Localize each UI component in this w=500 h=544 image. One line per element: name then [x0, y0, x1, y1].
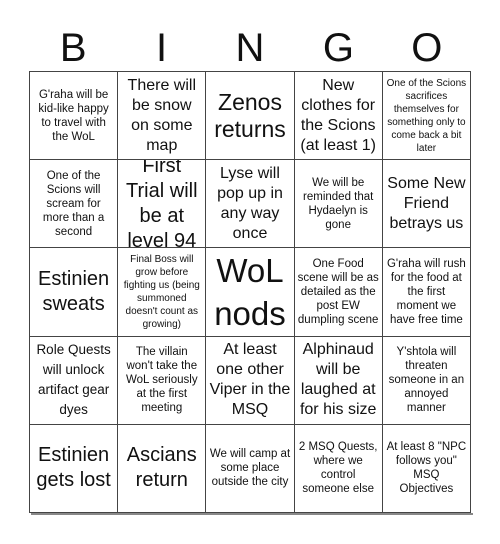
- bingo-cell-r2-c5[interactable]: Some New Friend betrays us: [382, 160, 471, 249]
- bingo-cell-r2-c2[interactable]: First Trial will be at level 94: [118, 160, 207, 249]
- bingo-cell-r3-c2[interactable]: Final Boss will grow before fighting us …: [118, 248, 207, 337]
- bingo-cell-r5-c1[interactable]: Estinien gets lost: [30, 424, 119, 513]
- cell-text: Y'shtola will threaten someone in an ann…: [388, 346, 465, 415]
- bingo-cell-r4-c5[interactable]: Y'shtola will threaten someone in an ann…: [382, 336, 471, 425]
- bingo-cell-r1-c4[interactable]: New clothes for the Scions (at least 1): [294, 72, 383, 161]
- cell-text: At least one other Viper in the MSQ: [209, 341, 291, 419]
- cell-text: Alphinaud will be laughed at for his siz…: [299, 341, 377, 419]
- bingo-cell-r1-c2[interactable]: There will be snow on some map: [118, 72, 207, 161]
- cell-text: We will be reminded that Hydaelyn is gon…: [303, 176, 374, 231]
- bingo-cell-r1-c1[interactable]: G'raha will be kid-like happy to travel …: [30, 72, 119, 161]
- cell-text: One of the Scions will scream for more t…: [42, 169, 105, 238]
- bingo-cell-r4-c4[interactable]: Alphinaud will be laughed at for his siz…: [294, 336, 383, 425]
- cell-text: 2 MSQ Quests, where we control someone e…: [298, 441, 378, 496]
- cell-text: G'raha will rush for the food at the fir…: [386, 257, 466, 326]
- bingo-cell-r2-c1[interactable]: One of the Scions will scream for more t…: [30, 160, 119, 249]
- header-letter-b: B: [59, 26, 87, 70]
- bingo-cell-r3-c3-center[interactable]: WoL nods: [206, 248, 295, 337]
- cell-text: At least 8 "NPC follows you" MSQ Objecti…: [386, 441, 467, 496]
- cell-text: Estinien gets lost: [36, 444, 111, 492]
- bingo-cell-r3-c5[interactable]: G'raha will rush for the food at the fir…: [382, 248, 471, 337]
- header-letter-g: G: [322, 26, 354, 70]
- cell-text: New clothes for the Scions (at least 1): [300, 76, 376, 154]
- cell-text: Zenos returns: [214, 88, 286, 142]
- cell-text: One of the Scions sacrifices themselves …: [386, 77, 467, 154]
- bingo-cell-r3-c1[interactable]: Estinien sweats: [30, 248, 119, 337]
- bingo-cell-r5-c2[interactable]: Ascians return: [118, 424, 207, 513]
- header-letter-o: O: [411, 26, 443, 70]
- cell-text: Estinien sweats: [38, 267, 110, 315]
- cell-text: Role Quests will unlock artifact gear dy…: [36, 342, 111, 418]
- bingo-cell-r2-c4[interactable]: We will be reminded that Hydaelyn is gon…: [294, 160, 383, 249]
- bingo-cell-r4-c3[interactable]: At least one other Viper in the MSQ: [206, 336, 295, 425]
- cell-text: There will be snow on some map: [127, 76, 197, 154]
- cell-text: WoL nods: [214, 252, 286, 332]
- cell-text: Ascians return: [126, 444, 197, 492]
- bingo-cell-r2-c3[interactable]: Lyse will pop up in any way once: [206, 160, 295, 249]
- cell-text: G'raha will be kid-like happy to travel …: [38, 88, 109, 143]
- cell-text: First Trial will be at level 94: [126, 160, 198, 249]
- bingo-cell-r1-c5[interactable]: One of the Scions sacrifices themselves …: [382, 72, 471, 161]
- bingo-cell-r5-c5[interactable]: At least 8 "NPC follows you" MSQ Objecti…: [382, 424, 471, 513]
- bingo-cell-r5-c4[interactable]: 2 MSQ Quests, where we control someone e…: [294, 424, 383, 513]
- cell-text: Final Boss will grow before fighting us …: [123, 253, 200, 330]
- bingo-cell-r4-c1[interactable]: Role Quests will unlock artifact gear dy…: [30, 336, 119, 425]
- cell-text: The villain won't take the WoL seriously…: [125, 346, 198, 415]
- cell-text: One Food scene will be as detailed as th…: [297, 257, 379, 326]
- card-shadow: [31, 513, 473, 515]
- bingo-cell-r5-c3[interactable]: We will camp at some place outside the c…: [206, 424, 295, 513]
- cell-text: Some New Friend betrays us: [387, 174, 466, 232]
- bingo-header: B I N G O: [29, 25, 471, 71]
- bingo-cell-r3-c4[interactable]: One Food scene will be as detailed as th…: [294, 248, 383, 337]
- bingo-cell-r1-c3[interactable]: Zenos returns: [206, 72, 295, 161]
- header-letter-i: I: [156, 26, 168, 70]
- bingo-grid: G'raha will be kid-like happy to travel …: [29, 71, 471, 513]
- header-letter-n: N: [235, 26, 265, 70]
- cell-text: We will camp at some place outside the c…: [209, 448, 291, 489]
- bingo-cell-r4-c2[interactable]: The villain won't take the WoL seriously…: [118, 336, 207, 425]
- cell-text: Lyse will pop up in any way once: [217, 164, 283, 242]
